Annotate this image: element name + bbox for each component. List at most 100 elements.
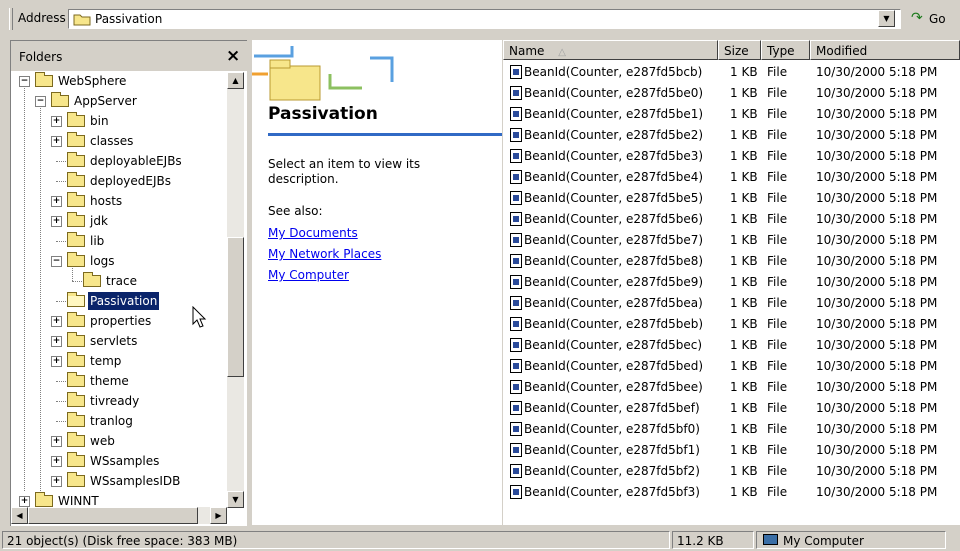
address-label: Address [18,11,66,25]
file-row[interactable]: BeanId(Counter, e287fd5bee) 1 KB File 10/30… [503,377,960,397]
expand-icon[interactable]: + [51,136,62,147]
open-folder-icon [67,292,85,307]
file-modified: 10/30/2000 5:18 PM [816,464,938,478]
tree-vertical-scrollbar[interactable]: ▲ ▼ [227,72,244,508]
expand-icon[interactable]: + [51,216,62,227]
file-type: File [767,422,788,436]
file-row[interactable]: BeanId(Counter, e287fd5bec) 1 KB File 10/30… [503,335,960,355]
collapse-icon[interactable]: − [51,256,62,267]
expand-icon[interactable]: + [51,316,62,327]
file-name: BeanId(Counter, e287fd5bf1) [524,443,700,457]
file-size: 1 KB [730,170,758,184]
title-divider [268,133,502,136]
file-icon [510,149,522,163]
file-row[interactable]: BeanId(Counter, e287fd5be8) 1 KB File 10/30… [503,251,960,271]
folder-icon [67,172,85,187]
file-row[interactable]: BeanId(Counter, e287fd5be2) 1 KB File 10/30… [503,125,960,145]
file-type: File [767,128,788,142]
tree-connector [56,421,66,422]
file-row[interactable]: BeanId(Counter, e287fd5be6) 1 KB File 10/30… [503,209,960,229]
close-icon[interactable]: × [226,46,240,66]
file-type: File [767,338,788,352]
tree-connector [56,161,66,162]
scroll-right-button[interactable]: ▶ [210,507,227,524]
file-icon [510,86,522,100]
link-my-network-places[interactable]: My Network Places [268,247,381,261]
file-row[interactable]: BeanId(Counter, e287fd5bed) 1 KB File 10/30… [503,356,960,376]
file-name: BeanId(Counter, e287fd5bea) [524,296,703,310]
tree-item-label: deployedEJBs [90,174,171,188]
file-row[interactable]: BeanId(Counter, e287fd5be9) 1 KB File 10/30… [503,272,960,292]
tree-item-label: trace [106,274,137,288]
tree-item-label: WSsamplesIDB [90,474,181,488]
file-modified: 10/30/2000 5:18 PM [816,254,938,268]
scroll-thumb[interactable] [227,237,244,377]
scroll-down-button[interactable]: ▼ [227,491,244,508]
column-header-type[interactable]: Type [761,40,810,60]
folders-title: Folders [19,50,63,64]
scroll-up-button[interactable]: ▲ [227,72,244,89]
go-button[interactable]: ↷ Go [907,9,957,29]
folder-icon [67,212,85,227]
file-icon [510,485,522,499]
address-field[interactable]: Passivation [68,9,901,29]
status-zone: My Computer [756,531,946,549]
file-row[interactable]: BeanId(Counter, e287fd5bef) 1 KB File 10/30… [503,398,960,418]
expand-icon[interactable]: + [51,336,62,347]
file-modified: 10/30/2000 5:18 PM [816,275,938,289]
address-dropdown-button[interactable]: ▼ [878,10,895,27]
link-my-computer[interactable]: My Computer [268,268,349,282]
file-row[interactable]: BeanId(Counter, e287fd5be0) 1 KB File 10/30… [503,83,960,103]
file-size: 1 KB [730,443,758,457]
expand-icon[interactable]: + [51,356,62,367]
file-row[interactable]: BeanId(Counter, e287fd5bcb) 1 KB File 10/30… [503,62,960,82]
file-row[interactable]: BeanId(Counter, e287fd5beb) 1 KB File 10/30… [503,314,960,334]
file-row[interactable]: BeanId(Counter, e287fd5be7) 1 KB File 10/30… [503,230,960,250]
folder-icon [67,472,85,487]
file-row[interactable]: BeanId(Counter, e287fd5bea) 1 KB File 10/30… [503,293,960,313]
file-size: 1 KB [730,191,758,205]
file-row[interactable]: BeanId(Counter, e287fd5be1) 1 KB File 10/30… [503,104,960,124]
collapse-icon[interactable]: − [19,76,30,87]
tree-item-label: deployableEJBs [90,154,182,168]
file-row[interactable]: BeanId(Counter, e287fd5be3) 1 KB File 10/30… [503,146,960,166]
link-my-documents[interactable]: My Documents [268,226,358,240]
column-header-modified[interactable]: Modified [810,40,960,60]
file-type: File [767,275,788,289]
file-modified: 10/30/2000 5:18 PM [816,296,938,310]
file-icon [510,443,522,457]
file-name: BeanId(Counter, e287fd5bed) [524,359,704,373]
tree-horizontal-scrollbar[interactable]: ◀ ▶ [11,507,227,524]
file-size: 1 KB [730,485,758,499]
column-header-size[interactable]: Size [718,40,761,60]
expand-icon[interactable]: + [51,116,62,127]
expand-icon[interactable]: + [19,496,30,507]
file-modified: 10/30/2000 5:18 PM [816,380,938,394]
expand-icon[interactable]: + [51,476,62,487]
expand-icon[interactable]: + [51,456,62,467]
file-row[interactable]: BeanId(Counter, e287fd5bf2) 1 KB File 10/30… [503,461,960,481]
file-row[interactable]: BeanId(Counter, e287fd5be4) 1 KB File 10/30… [503,167,960,187]
file-modified: 10/30/2000 5:18 PM [816,338,938,352]
file-modified: 10/30/2000 5:18 PM [816,191,938,205]
expand-icon[interactable]: + [51,196,62,207]
status-objects: 21 object(s) (Disk free space: 383 MB) [2,531,670,549]
file-row[interactable]: BeanId(Counter, e287fd5bf0) 1 KB File 10/30… [503,419,960,439]
file-modified: 10/30/2000 5:18 PM [816,128,938,142]
file-size: 1 KB [730,338,758,352]
file-name: BeanId(Counter, e287fd5be0) [524,86,704,100]
toolbar-grip[interactable] [9,8,13,30]
file-modified: 10/30/2000 5:18 PM [816,170,938,184]
file-modified: 10/30/2000 5:18 PM [816,422,938,436]
column-header-name[interactable]: Name △ [503,40,718,60]
file-row[interactable]: BeanId(Counter, e287fd5be5) 1 KB File 10/30… [503,188,960,208]
file-row[interactable]: BeanId(Counter, e287fd5bf1) 1 KB File 10/30… [503,440,960,460]
expand-icon[interactable]: + [51,436,62,447]
scroll-left-button[interactable]: ◀ [11,507,28,524]
file-row[interactable]: BeanId(Counter, e287fd5bf3) 1 KB File 10/30… [503,482,960,502]
collapse-icon[interactable]: − [35,96,46,107]
file-icon [510,212,522,226]
file-icon [510,401,522,415]
scroll-thumb-horizontal[interactable] [28,507,198,524]
address-value[interactable]: Passivation [95,12,162,26]
